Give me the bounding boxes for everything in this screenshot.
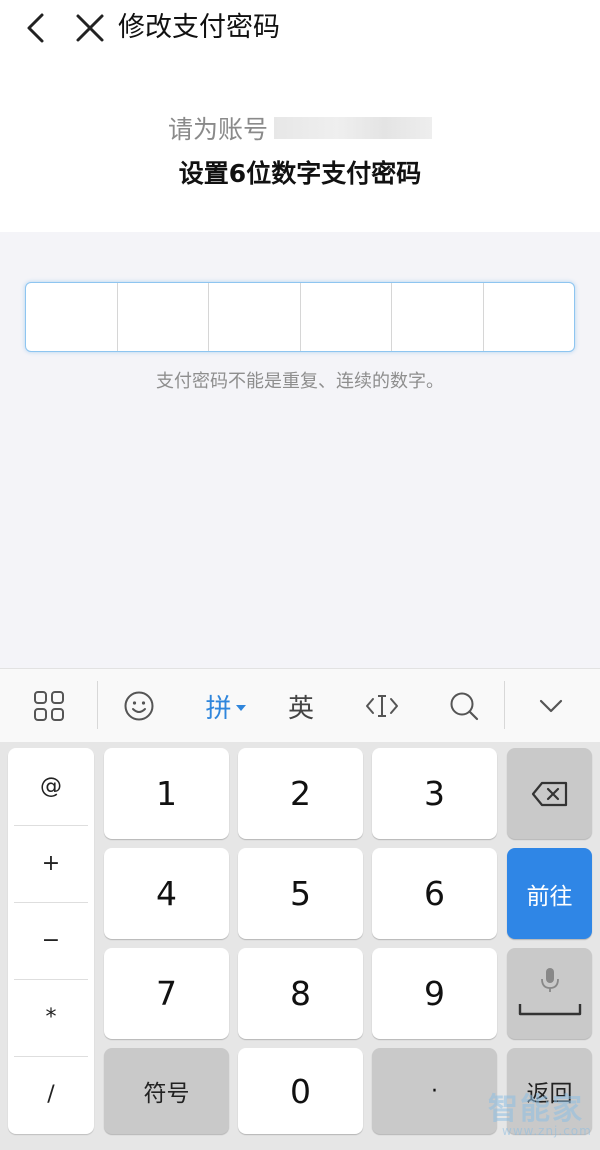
pin-digit-cell[interactable] [484,283,575,351]
toolbar-divider [97,681,98,729]
keyboard-toolbar: 拼 英 [0,668,600,742]
key-9[interactable]: 9 [372,948,497,1039]
watermark-logo: 智能家 www.znj.com [488,1092,592,1138]
key-6[interactable]: 6 [372,848,497,939]
chevron-left-icon [27,13,44,43]
emoji-button[interactable] [112,669,166,743]
pin-digit-cell[interactable] [26,283,118,351]
dot-key[interactable]: · [372,1048,497,1134]
pin-area: 支付密码不能是重复、连续的数字。 [0,232,600,668]
pinyin-button[interactable]: 拼 [196,669,256,743]
cursor-button[interactable] [355,669,409,743]
pin-digit-cell[interactable] [118,283,209,351]
emoji-icon [124,691,154,721]
delete-key[interactable] [507,748,592,839]
back-button[interactable] [18,10,54,46]
pin-hint: 支付密码不能是重复、连续的数字。 [156,371,444,392]
hide-keyboard-button[interactable] [524,669,578,743]
account-masked [274,117,432,139]
key-7[interactable]: 7 [104,948,229,1039]
key-4[interactable]: 4 [104,848,229,939]
backspace-icon [531,781,567,806]
account-info: 请为账号 设置6位数字支付密码 [0,56,600,232]
key-1[interactable]: 1 [104,748,229,839]
caret-down-icon [235,705,246,711]
symbol-switch-key[interactable]: 符号 [104,1048,229,1134]
search-icon [450,692,479,721]
go-key[interactable]: 前往 [507,848,592,939]
key-0[interactable]: 0 [238,1048,363,1134]
symbol-key[interactable]: − [8,902,94,978]
english-button[interactable]: 英 [274,669,328,743]
symbol-column: @ + − * / [8,748,94,1134]
toolbar-divider [504,681,505,729]
close-icon [76,14,104,42]
symbol-key[interactable]: / [8,1056,94,1132]
pin-input[interactable] [25,282,575,352]
key-5[interactable]: 5 [238,848,363,939]
instruction-text: 设置6位数字支付密码 [178,159,422,188]
symbol-key[interactable]: * [8,979,94,1055]
cursor-icon [366,695,398,717]
pin-digit-cell[interactable] [392,283,484,351]
microphone-icon [518,967,581,1015]
pin-digit-cell[interactable] [301,283,392,351]
pinyin-label: 拼 [205,693,232,724]
grid-icon [34,691,64,721]
symbol-key[interactable]: @ [8,748,94,824]
english-label: 英 [287,693,314,724]
symbol-key[interactable]: + [8,825,94,901]
key-3[interactable]: 3 [372,748,497,839]
search-button[interactable] [437,669,491,743]
close-button[interactable] [72,10,108,46]
voice-space-key[interactable] [507,948,592,1039]
chevron-down-icon [539,699,563,713]
pin-digit-cell[interactable] [209,283,301,351]
toolbar-menu-button[interactable] [22,669,76,743]
key-8[interactable]: 8 [238,948,363,1039]
key-2[interactable]: 2 [238,748,363,839]
top-bar: 修改支付密码 [0,0,600,56]
account-prompt: 请为账号 [167,115,268,144]
page-title: 修改支付密码 [118,12,280,43]
account-line: 请为账号 [0,110,600,146]
